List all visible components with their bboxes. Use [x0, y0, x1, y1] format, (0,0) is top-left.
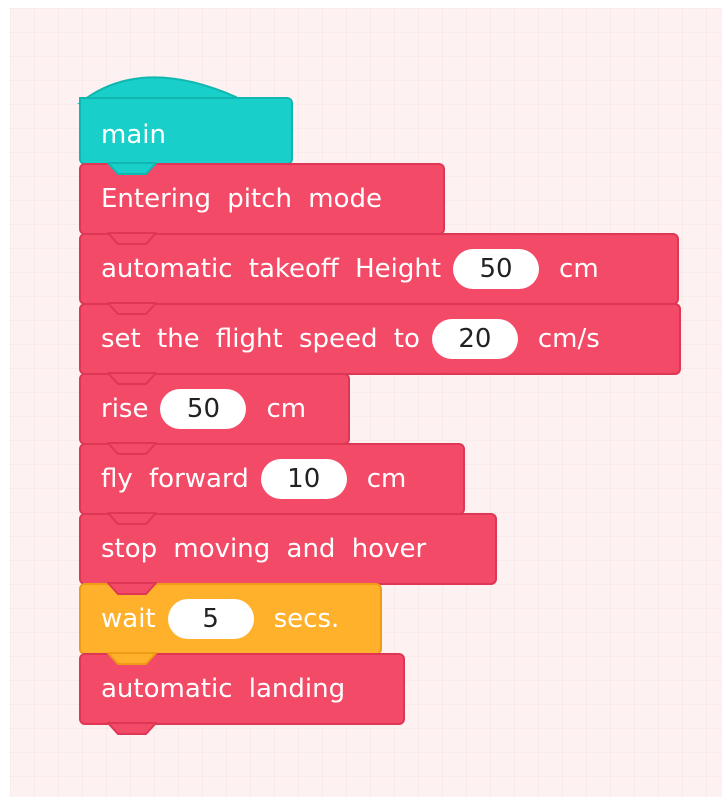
automatic-landing-block[interactable]: automatic landing [79, 653, 405, 725]
entering-pitch-mode-block[interactable]: Entering pitch mode [79, 163, 445, 235]
main-label: main [101, 120, 166, 150]
forward-unit: cm [366, 464, 407, 494]
rise-label: rise [101, 394, 149, 424]
automatic-takeoff-block[interactable]: automatic takeoff Height 50 cm [79, 233, 679, 305]
rise-unit: cm [266, 394, 307, 424]
speed-label: set the flight speed to [101, 324, 420, 354]
rise-distance-input[interactable]: 50 [160, 389, 247, 429]
takeoff-height-input[interactable]: 50 [453, 249, 540, 289]
wait-block[interactable]: wait 5 secs. [79, 583, 382, 655]
forward-label: fly forward [101, 464, 249, 494]
flight-speed-input[interactable]: 20 [431, 319, 518, 359]
wait-unit: secs. [273, 604, 340, 634]
wait-seconds-input[interactable]: 5 [167, 599, 254, 639]
hover-label: stop moving and hover [101, 534, 427, 564]
main-hat-block[interactable]: main [79, 97, 293, 165]
takeoff-unit: cm [559, 254, 599, 284]
takeoff-label: automatic takeoff Height [101, 254, 442, 284]
speed-unit: cm/s [537, 324, 600, 354]
stop-and-hover-block[interactable]: stop moving and hover [79, 513, 497, 585]
landing-label: automatic landing [101, 674, 346, 704]
pitch-mode-label: Entering pitch mode [101, 184, 382, 214]
block-stack: main Entering pitch mode automatic takeo… [0, 0, 726, 801]
forward-distance-input[interactable]: 10 [260, 459, 347, 499]
rise-block[interactable]: rise 50 cm [79, 373, 350, 445]
fly-forward-block[interactable]: fly forward 10 cm [79, 443, 465, 515]
wait-label: wait [101, 604, 156, 634]
set-flight-speed-block[interactable]: set the flight speed to 20 cm/s [79, 303, 681, 375]
